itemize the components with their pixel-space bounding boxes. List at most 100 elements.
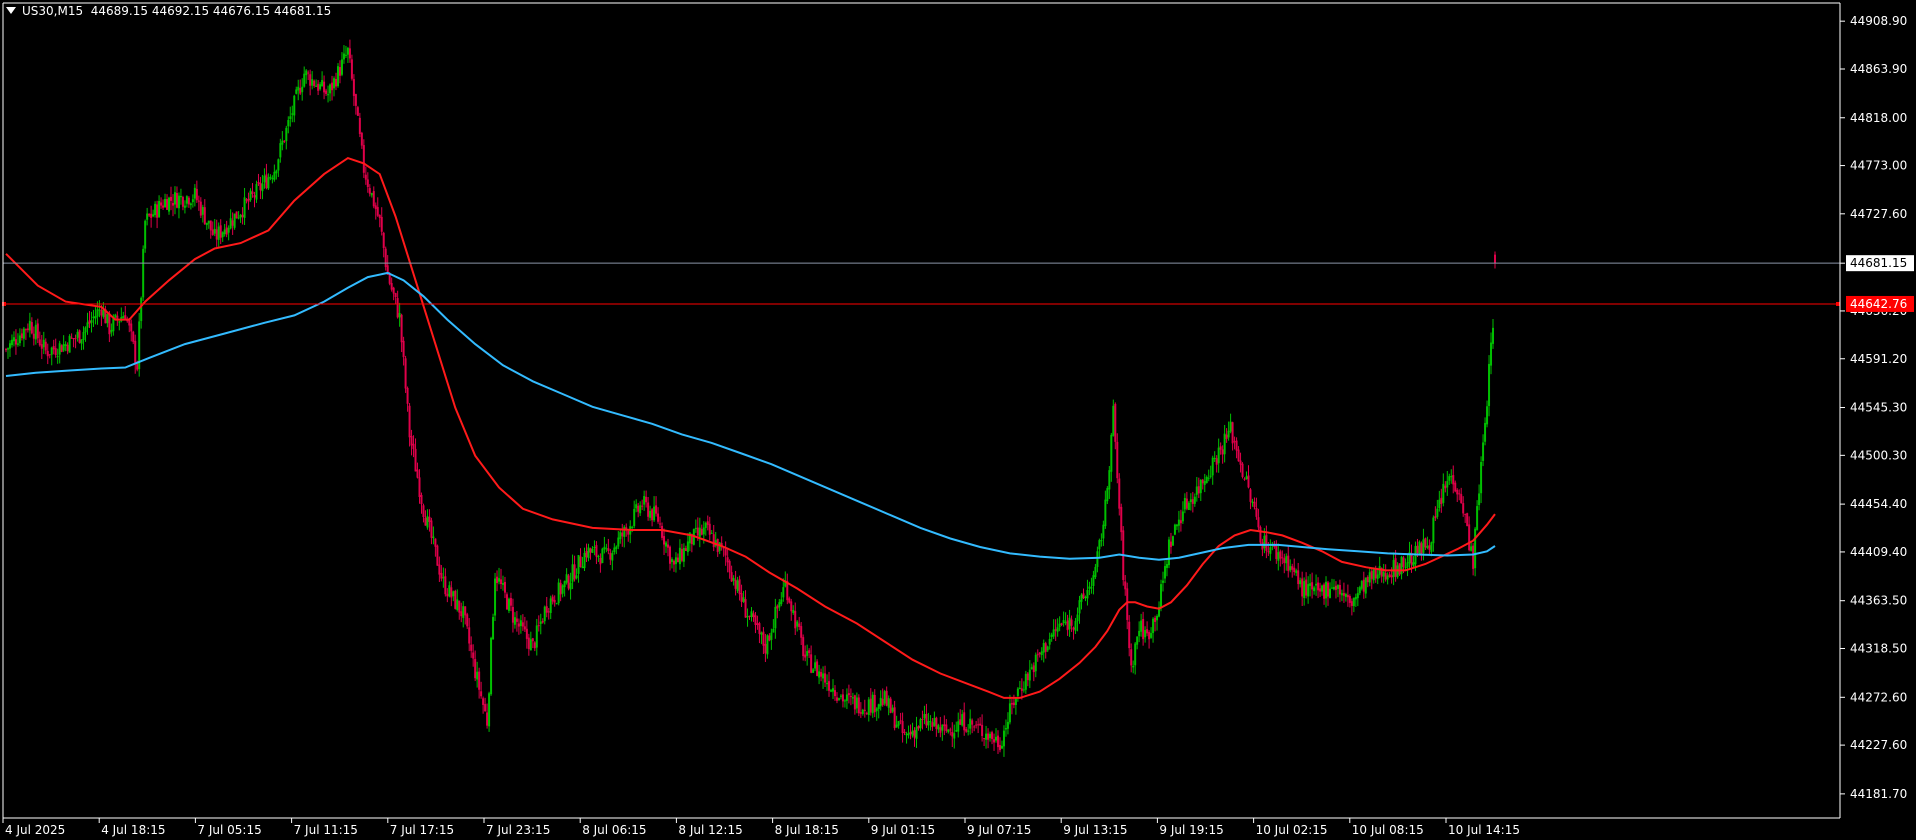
bear-candle <box>14 339 17 345</box>
bull-candle <box>1299 580 1302 585</box>
bear-candle <box>40 344 43 349</box>
bear-candle <box>392 287 395 294</box>
bull-candle <box>342 53 345 60</box>
bull-candle <box>263 175 266 183</box>
bull-candle <box>746 616 749 618</box>
y-tick-label: 44773.00 <box>1850 159 1907 173</box>
bear-candle <box>748 615 751 617</box>
bull-candle <box>1098 540 1101 550</box>
bull-candle <box>1002 730 1005 747</box>
bear-candle <box>1154 617 1157 622</box>
bull-candle <box>1064 622 1067 624</box>
bear-candle <box>464 606 467 616</box>
bull-candle <box>519 620 522 627</box>
bear-candle <box>323 81 326 93</box>
bull-candle <box>84 327 87 333</box>
ma-slow-line <box>5 271 1496 561</box>
bull-candle <box>1162 580 1165 583</box>
bull-candle <box>8 343 11 349</box>
bear-candle <box>225 227 228 235</box>
x-tick-label: 10 Jul 02:15 <box>1256 823 1328 837</box>
bull-candle <box>1058 623 1061 628</box>
bull-candle <box>223 229 226 235</box>
bear-candle <box>1370 571 1373 579</box>
bear-candle <box>959 719 962 725</box>
x-tick-label: 10 Jul 14:15 <box>1448 823 1520 837</box>
bear-candle <box>800 626 803 638</box>
chart-frame[interactable]: 44908.90 44863.90 44818.00 44773.00 44727.60… <box>0 0 1916 840</box>
bull-candle <box>529 639 532 651</box>
bear-candle <box>1169 541 1172 548</box>
bear-candle <box>788 598 791 603</box>
bull-candle <box>10 339 13 346</box>
bull-candle <box>1307 584 1310 597</box>
bull-candle <box>619 532 622 540</box>
bull-candle <box>277 159 280 171</box>
bull-candle <box>273 171 276 180</box>
bull-candle <box>1171 536 1174 546</box>
bear-candle <box>1267 551 1270 553</box>
bull-candle <box>822 673 825 679</box>
bull-candle <box>1376 574 1379 579</box>
bear-candle <box>416 469 419 478</box>
bear-candle <box>406 387 409 404</box>
bear-candle <box>931 722 934 728</box>
bear-candle <box>684 548 687 551</box>
bull-candle <box>1372 569 1375 581</box>
bear-candle <box>764 643 767 654</box>
bear-candle <box>299 88 302 94</box>
bull-candle <box>792 610 795 613</box>
bear-candle <box>517 623 520 627</box>
bear-candle <box>655 505 658 514</box>
bull-candle <box>321 80 324 87</box>
bull-candle <box>1078 600 1081 614</box>
bear-candle <box>1311 582 1314 590</box>
bear-candle <box>418 477 421 498</box>
bid-price-badge: 44681.15 <box>1850 256 1907 270</box>
bull-candle <box>875 708 878 712</box>
bull-candle <box>1418 541 1421 554</box>
bull-candle <box>1482 442 1485 461</box>
bull-candle <box>995 736 998 741</box>
bear-candle <box>454 590 457 609</box>
bull-candle <box>665 542 668 547</box>
bull-candle <box>142 248 145 298</box>
bull-candle <box>957 721 960 732</box>
bull-candle <box>50 347 53 355</box>
bull-candle <box>1426 545 1429 549</box>
bear-candle <box>951 731 954 737</box>
bear-candle <box>1215 458 1218 465</box>
bull-candle <box>1203 481 1206 485</box>
bear-candle <box>776 605 779 609</box>
bear-candle <box>253 195 256 198</box>
bull-candle <box>1217 447 1220 464</box>
bull-candle <box>76 331 79 338</box>
bear-candle <box>609 552 612 560</box>
bull-candle <box>329 84 332 94</box>
bear-candle <box>130 323 133 332</box>
bear-candle <box>672 560 675 565</box>
bear-candle <box>1054 629 1057 631</box>
bull-candle <box>239 214 242 218</box>
bear-candle <box>979 723 982 726</box>
axes-layer: 44908.90 44863.90 44818.00 44773.00 44727.60… <box>2 2 1914 837</box>
price-lines-layer <box>2 262 1840 306</box>
bear-candle <box>666 544 669 548</box>
bull-candle <box>1213 457 1216 459</box>
bear-candle <box>790 601 793 612</box>
bear-candle <box>541 620 544 623</box>
bear-candle <box>195 188 198 201</box>
price-chart[interactable]: 44908.90 44863.90 44818.00 44773.00 44727.60… <box>0 0 1916 840</box>
bear-candle <box>420 495 423 505</box>
bear-candle <box>170 196 173 201</box>
bull-candle <box>106 314 109 324</box>
bull-candle <box>1102 524 1105 539</box>
chart-menu-triangle-icon[interactable] <box>6 7 16 14</box>
bull-candle <box>832 688 835 692</box>
bear-candle <box>708 523 711 535</box>
bull-candle <box>1368 572 1371 583</box>
bull-candle <box>110 329 113 333</box>
bull-candle <box>301 86 304 93</box>
bear-candle <box>559 582 562 595</box>
bear-candle <box>134 340 137 364</box>
